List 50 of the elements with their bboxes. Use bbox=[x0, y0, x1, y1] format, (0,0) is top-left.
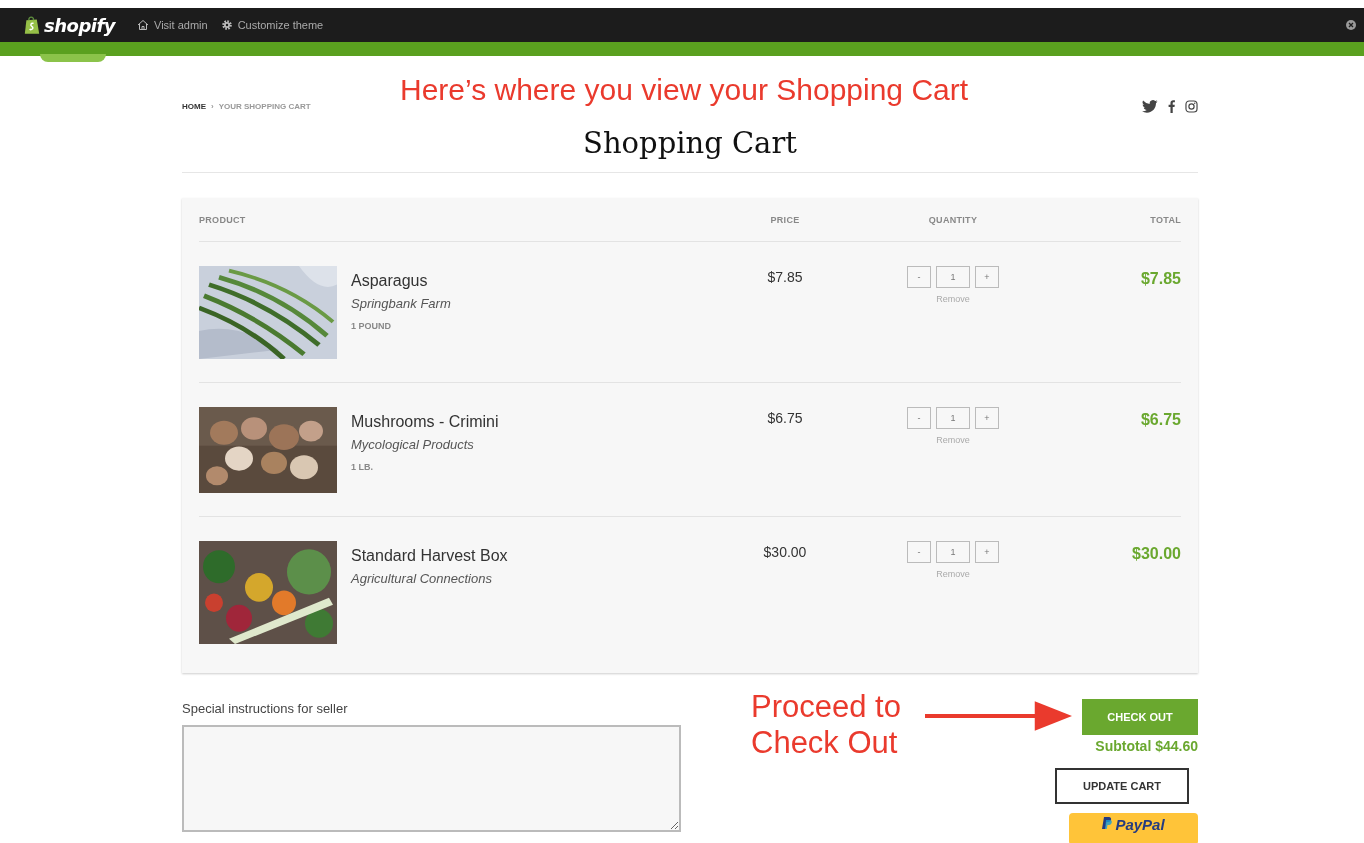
page-title: Shopping Cart bbox=[182, 124, 1198, 173]
increase-button[interactable]: + bbox=[975, 541, 999, 563]
quantity-field[interactable]: 1 bbox=[936, 541, 970, 563]
paypal-icon bbox=[1102, 817, 1113, 829]
annotation-text: Proceed to Check Out bbox=[751, 689, 901, 761]
shopping-bag-icon bbox=[24, 15, 40, 35]
line-total: $7.85 bbox=[1140, 269, 1181, 288]
increase-button[interactable]: + bbox=[975, 266, 999, 288]
breadcrumb-link[interactable]: HOME bbox=[182, 101, 206, 111]
product-variant: 1 POUND bbox=[351, 321, 392, 331]
column-header: QUANTITY bbox=[928, 214, 978, 225]
quantity-field[interactable]: 1 bbox=[936, 407, 970, 429]
unit-price: $7.85 bbox=[767, 268, 803, 285]
decrease-button[interactable]: - bbox=[907, 266, 931, 288]
subtotal: Subtotal $44.60 bbox=[1095, 738, 1198, 754]
product-vendor: Mycological Products bbox=[351, 437, 475, 452]
breadcrumb-separator: › bbox=[211, 101, 214, 111]
increase-button[interactable]: + bbox=[975, 407, 999, 429]
brand-logo[interactable]: shopify bbox=[44, 14, 115, 36]
column-header: PRICE bbox=[770, 214, 800, 225]
product-name[interactable]: Mushrooms - Crimini bbox=[351, 413, 499, 431]
unit-price: $30.00 bbox=[763, 543, 807, 560]
decrease-button[interactable]: - bbox=[907, 541, 931, 563]
quantity-field[interactable]: 1 bbox=[936, 266, 970, 288]
paypal-button[interactable]: PayPal bbox=[1069, 813, 1198, 843]
line-total: $30.00 bbox=[1132, 544, 1181, 563]
twitter-icon[interactable] bbox=[1142, 99, 1158, 113]
product-variant: 1 LB. bbox=[351, 462, 374, 472]
notes-field[interactable] bbox=[182, 725, 681, 832]
admin-link[interactable]: Visit admin bbox=[137, 19, 208, 31]
facebook-icon[interactable] bbox=[1167, 99, 1175, 113]
line-total: $6.75 bbox=[1140, 410, 1181, 429]
notes-label: Special instructions for seller bbox=[182, 701, 349, 716]
product-vendor: Springbank Farm bbox=[351, 296, 451, 311]
column-header: TOTAL bbox=[1150, 214, 1181, 225]
gear-icon bbox=[220, 19, 233, 31]
home-icon bbox=[137, 19, 149, 31]
unit-price: $6.75 bbox=[767, 409, 803, 426]
admin-link[interactable]: Customize theme bbox=[220, 19, 324, 31]
annotation-text: Here’s where you view your Shopping Cart bbox=[400, 72, 969, 108]
column-header: PRODUCT bbox=[199, 214, 247, 225]
decrease-button[interactable]: - bbox=[907, 407, 931, 429]
product-name[interactable]: Standard Harvest Box bbox=[351, 547, 508, 565]
breadcrumb-link[interactable]: YOUR SHOPPING CART bbox=[218, 101, 311, 111]
product-vendor: Agricultural Connections bbox=[351, 571, 493, 586]
instagram-icon[interactable] bbox=[1185, 99, 1198, 113]
checkout-button[interactable]: CHECK OUT bbox=[1082, 699, 1198, 735]
close-icon[interactable] bbox=[1346, 20, 1356, 30]
update-cart-button[interactable]: UPDATE CART bbox=[1055, 768, 1189, 804]
product-name[interactable]: Asparagus bbox=[351, 272, 451, 290]
